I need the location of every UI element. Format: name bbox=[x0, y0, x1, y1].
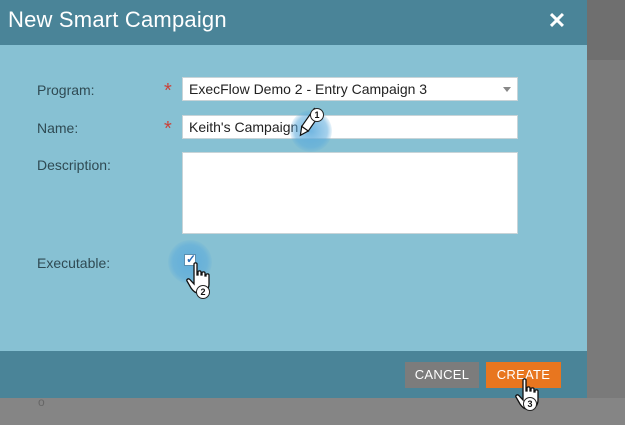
description-textarea[interactable] bbox=[182, 152, 518, 234]
program-label: Program: bbox=[37, 82, 95, 98]
description-label: Description: bbox=[37, 157, 111, 173]
dialog-header: New Smart Campaign ✕ bbox=[0, 0, 587, 45]
dialog-title: New Smart Campaign bbox=[8, 7, 227, 32]
cancel-button[interactable]: CANCEL bbox=[405, 362, 479, 388]
executable-label: Executable: bbox=[37, 255, 111, 271]
program-select-value: ExecFlow Demo 2 - Entry Campaign 3 bbox=[189, 81, 428, 97]
close-icon[interactable]: ✕ bbox=[545, 8, 569, 34]
name-input[interactable]: Keith's Campaign bbox=[182, 115, 518, 139]
name-input-value: Keith's Campaign bbox=[189, 119, 299, 135]
program-select[interactable]: ExecFlow Demo 2 - Entry Campaign 3 bbox=[182, 77, 518, 101]
step2-badge: 2 bbox=[196, 285, 210, 299]
step3-badge: 3 bbox=[523, 397, 537, 411]
step1-badge: 1 bbox=[310, 108, 324, 122]
name-required-icon: * bbox=[164, 118, 172, 140]
name-label: Name: bbox=[37, 120, 79, 136]
program-required-icon: * bbox=[164, 80, 172, 102]
background-strip bbox=[587, 0, 625, 60]
new-smart-campaign-dialog: New Smart Campaign ✕ Program: * ExecFlow… bbox=[0, 0, 587, 411]
chevron-down-icon[interactable] bbox=[503, 87, 511, 92]
